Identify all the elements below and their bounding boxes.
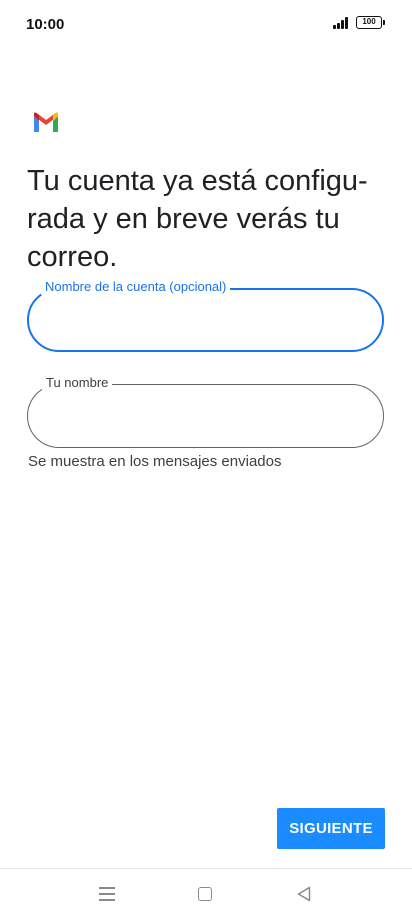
home-icon[interactable] [198, 887, 212, 901]
gmail-icon [34, 112, 58, 132]
page-title: Tu cuenta ya está configu- rada y en bre… [27, 162, 377, 276]
your-name-label: Tu nombre [42, 375, 113, 391]
battery-icon: 100 [356, 16, 385, 29]
status-bar: 10:00 100 [0, 0, 412, 48]
your-name-input[interactable] [44, 399, 364, 431]
next-button[interactable]: SIGUIENTE [277, 808, 385, 849]
page-title-line: Tu cuenta ya está configu- [27, 165, 368, 197]
menu-icon[interactable] [99, 887, 115, 901]
page-title-line: rada y en breve verás tu [27, 203, 340, 235]
nav-bar [0, 869, 412, 920]
screen: 10:00 100 Tu cuenta ya está configu- rad… [0, 0, 412, 920]
account-name-field[interactable]: Nombre de la cuenta (opcional) [27, 279, 384, 352]
status-time: 10:00 [26, 16, 65, 33]
your-name-helper-text: Se muestra en los mensajes enviados [28, 453, 282, 470]
back-icon[interactable] [297, 886, 311, 902]
page-title-line: correo. [27, 241, 118, 273]
signal-icon [333, 17, 351, 29]
account-name-input[interactable] [45, 304, 365, 336]
account-name-label: Nombre de la cuenta (opcional) [41, 279, 231, 295]
your-name-field[interactable]: Tu nombre [27, 375, 384, 448]
